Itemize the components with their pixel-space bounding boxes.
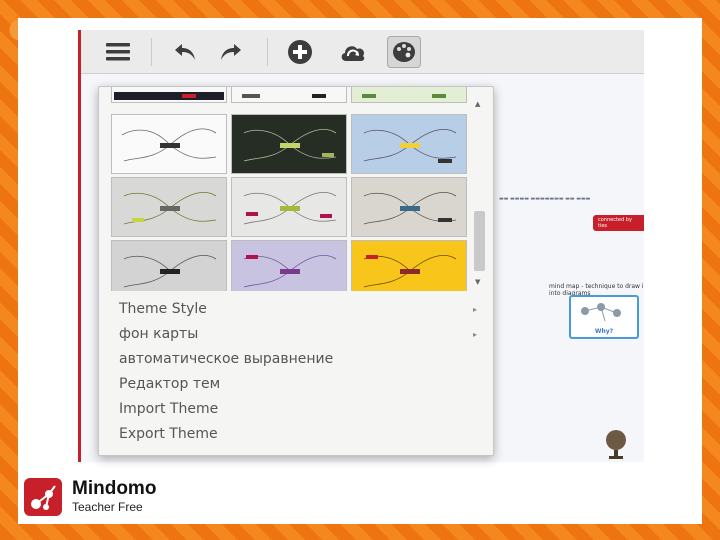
theme-thumbnail[interactable] — [231, 177, 347, 237]
submenu-arrow-icon: ▸ — [472, 330, 477, 339]
cloud-sync-icon[interactable] — [336, 36, 370, 68]
toolbar-separator — [151, 38, 152, 66]
palette-icon[interactable] — [387, 36, 421, 68]
brand-name: Mindomo — [72, 478, 157, 499]
scroll-down-arrow-icon[interactable]: ▼ — [475, 278, 480, 286]
menu-item-map-background[interactable]: фон карты ▸ — [99, 322, 493, 347]
add-circle-icon[interactable] — [283, 36, 317, 68]
hamburger-menu-icon[interactable] — [101, 36, 135, 68]
menu-item-label: Export Theme — [119, 426, 218, 442]
theme-thumbnail[interactable] — [111, 87, 227, 103]
theme-thumbnail[interactable] — [351, 240, 467, 291]
menu-item-export-theme[interactable]: Export Theme — [99, 422, 493, 447]
menu-item-import-theme[interactable]: Import Theme — [99, 397, 493, 422]
brand-block: Mindomo Teacher Free — [22, 473, 222, 521]
theme-thumbnails-grid — [109, 87, 479, 291]
theme-thumbnail[interactable] — [231, 114, 347, 174]
dropdown-pointer — [397, 78, 413, 86]
theme-thumbnail[interactable] — [111, 240, 227, 291]
node-image — [581, 303, 621, 322]
theme-thumbnail[interactable] — [111, 177, 227, 237]
menu-item-label: автоматическое выравнение — [119, 351, 334, 367]
theme-thumbnail[interactable] — [351, 87, 467, 103]
menu-item-label: Theme Style — [119, 301, 207, 317]
submenu-arrow-icon: ▸ — [472, 305, 477, 314]
scrollbar-thumb[interactable] — [474, 211, 485, 271]
map-node-text: ▬▬ ▬▬▬▬ ▬▬▬▬▬▬▬ ▬▬ ▬▬▬ — [499, 196, 591, 202]
map-node-badge[interactable]: connected by ties — [593, 215, 644, 231]
theme-dropdown-panel: ▲ ▼ Theme Style ▸ фон карты ▸ автоматиче… — [98, 86, 494, 456]
theme-menu-list: Theme Style ▸ фон карты ▸ автоматическое… — [99, 297, 493, 447]
map-node-label: Why? — [594, 328, 614, 335]
theme-thumbnail[interactable] — [231, 87, 347, 103]
menu-item-theme-editor[interactable]: Редактор тем — [99, 372, 493, 397]
menu-item-label: Import Theme — [119, 401, 219, 417]
menu-item-auto-align[interactable]: автоматическое выравнение — [99, 347, 493, 372]
brand-subtitle: Teacher Free — [72, 500, 143, 514]
theme-thumbnail[interactable] — [351, 114, 467, 174]
redo-icon[interactable] — [213, 36, 247, 68]
scroll-up-arrow-icon[interactable]: ▲ — [475, 100, 480, 108]
toolbar — [81, 30, 644, 74]
globe-icon — [606, 430, 626, 459]
mindomo-logo-icon — [24, 478, 62, 516]
menu-item-label: фон карты — [119, 326, 199, 342]
menu-item-theme-style[interactable]: Theme Style ▸ — [99, 297, 493, 322]
menu-item-label: Редактор тем — [119, 376, 221, 392]
theme-thumbnail[interactable] — [351, 177, 467, 237]
theme-thumbnail[interactable] — [111, 114, 227, 174]
thumbnails-scrollbar[interactable]: ▲ ▼ — [471, 98, 487, 290]
map-node-why[interactable]: Why? — [569, 295, 639, 339]
theme-thumbnail[interactable] — [231, 240, 347, 291]
toolbar-separator — [267, 38, 268, 66]
undo-icon[interactable] — [169, 36, 203, 68]
